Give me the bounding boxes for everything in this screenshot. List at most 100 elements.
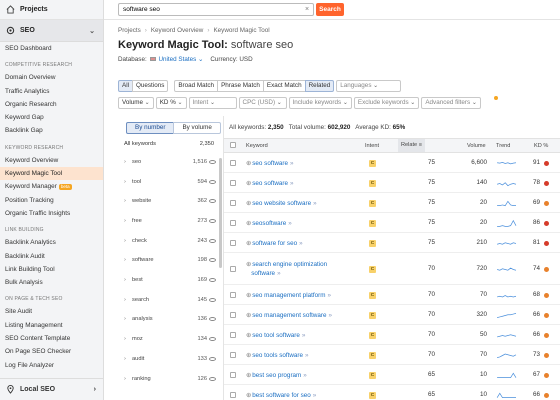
- eye-icon[interactable]: [209, 199, 216, 204]
- chevron-right-icon[interactable]: ›: [124, 356, 132, 362]
- sidebar-item-link-building-tool[interactable]: Link Building Tool: [0, 263, 103, 276]
- tab-all[interactable]: All: [118, 80, 133, 92]
- search-button[interactable]: Search: [316, 3, 344, 16]
- sidebar-item-listing-management[interactable]: Listing Management: [0, 319, 103, 332]
- row-checkbox[interactable]: [230, 220, 236, 226]
- intent-badge[interactable]: C: [369, 311, 376, 319]
- keyword-link[interactable]: seo tools software: [252, 352, 303, 359]
- eye-icon[interactable]: [209, 258, 216, 263]
- chevron-right-icon[interactable]: ›: [124, 179, 132, 185]
- breadcrumb-item[interactable]: Projects: [118, 27, 141, 34]
- add-icon[interactable]: ⊕: [246, 372, 251, 379]
- search-input[interactable]: [118, 3, 314, 16]
- header-kd[interactable]: KD %: [534, 143, 548, 149]
- chevron-right-icon[interactable]: ›: [124, 159, 132, 165]
- add-icon[interactable]: ⊕: [246, 261, 251, 268]
- chevrons-right-icon[interactable]: »: [313, 200, 317, 207]
- volume-filter[interactable]: Volume: [118, 97, 154, 109]
- keyword-group-row[interactable]: › software 198: [124, 251, 216, 271]
- sort-by-volume[interactable]: By volume: [173, 122, 221, 134]
- chevrons-right-icon[interactable]: »: [290, 180, 294, 187]
- keyword-link[interactable]: seo management software: [252, 312, 326, 319]
- intent-badge[interactable]: C: [369, 159, 376, 167]
- sidebar-item-position-tracking[interactable]: Position Tracking: [0, 194, 103, 207]
- intent-badge[interactable]: C: [369, 265, 376, 273]
- exclude-keywords-filter[interactable]: Exclude keywords: [353, 97, 420, 109]
- chevron-right-icon[interactable]: ›: [124, 297, 132, 303]
- kd-filter[interactable]: KD %: [155, 97, 187, 109]
- add-icon[interactable]: ⊕: [246, 160, 251, 167]
- sidebar-item-keyword-manager[interactable]: Keyword Manager beta: [0, 180, 103, 193]
- add-icon[interactable]: ⊕: [246, 312, 251, 319]
- sidebar-item-log-file-analyzer[interactable]: Log File Analyzer: [0, 359, 103, 372]
- row-checkbox[interactable]: [230, 266, 236, 272]
- intent-badge[interactable]: C: [369, 199, 376, 207]
- chevron-right-icon[interactable]: ›: [124, 277, 132, 283]
- chevron-right-icon[interactable]: ›: [124, 316, 132, 322]
- sidebar-item-backlink-audit[interactable]: Backlink Audit: [0, 250, 103, 263]
- chevrons-right-icon[interactable]: »: [299, 240, 303, 247]
- chevrons-right-icon[interactable]: »: [277, 270, 281, 277]
- sidebar-item-on-page-seo-checker[interactable]: On Page SEO Checker: [0, 345, 103, 358]
- chevrons-right-icon[interactable]: »: [303, 372, 307, 379]
- tab-questions[interactable]: Questions: [132, 80, 169, 92]
- eye-icon[interactable]: [209, 159, 216, 164]
- header-related[interactable]: Relate ≡: [398, 139, 425, 152]
- keyword-link[interactable]: seo software: [252, 180, 288, 187]
- row-checkbox[interactable]: [230, 292, 236, 298]
- add-icon[interactable]: ⊕: [246, 180, 251, 187]
- header-keyword[interactable]: Keyword: [246, 143, 268, 149]
- keyword-link[interactable]: search engine optimization: [252, 261, 327, 268]
- keyword-group-row[interactable]: › search 145: [124, 290, 216, 310]
- keyword-group-row[interactable]: › free 273: [124, 211, 216, 231]
- eye-icon[interactable]: [209, 218, 216, 223]
- sidebar-local-seo[interactable]: Local SEO ›: [0, 378, 103, 400]
- keyword-link[interactable]: seo management platform: [252, 292, 325, 299]
- cpc-filter[interactable]: CPC (USD): [238, 97, 287, 109]
- keyword-link[interactable]: seo software: [252, 160, 288, 167]
- sidebar-item-keyword-overview[interactable]: Keyword Overview: [0, 154, 103, 167]
- header-volume[interactable]: Volume: [467, 143, 486, 149]
- breadcrumb-item[interactable]: Keyword Overview: [151, 27, 204, 34]
- eye-icon[interactable]: [209, 179, 216, 184]
- sidebar-projects[interactable]: Projects: [0, 0, 103, 20]
- chevrons-right-icon[interactable]: »: [305, 352, 309, 359]
- row-checkbox[interactable]: [230, 392, 236, 398]
- chevron-right-icon[interactable]: ›: [124, 257, 132, 263]
- sidebar-item-seo-dashboard[interactable]: SEO Dashboard: [0, 42, 103, 55]
- tab-broad-match[interactable]: Broad Match: [174, 80, 219, 92]
- row-checkbox[interactable]: [230, 352, 236, 358]
- sidebar-item-site-audit[interactable]: Site Audit: [0, 305, 103, 318]
- chevrons-right-icon[interactable]: »: [327, 292, 331, 299]
- add-icon[interactable]: ⊕: [246, 392, 251, 399]
- row-checkbox[interactable]: [230, 372, 236, 378]
- eye-icon[interactable]: [209, 376, 216, 381]
- chevrons-right-icon[interactable]: »: [288, 220, 292, 227]
- eye-icon[interactable]: [209, 297, 216, 302]
- intent-badge[interactable]: C: [369, 291, 376, 299]
- row-checkbox[interactable]: [230, 240, 236, 246]
- eye-icon[interactable]: [209, 238, 216, 243]
- keyword-link[interactable]: software for seo: [252, 240, 297, 247]
- sidebar-item-domain-overview[interactable]: Domain Overview: [0, 71, 103, 84]
- row-checkbox[interactable]: [230, 160, 236, 166]
- add-icon[interactable]: ⊕: [246, 352, 251, 359]
- eye-icon[interactable]: [209, 356, 216, 361]
- keyword-group-row[interactable]: › check 243: [124, 231, 216, 251]
- eye-icon[interactable]: [209, 317, 216, 322]
- add-icon[interactable]: ⊕: [246, 200, 251, 207]
- intent-badge[interactable]: C: [369, 391, 376, 399]
- row-checkbox[interactable]: [230, 200, 236, 206]
- all-keywords-group[interactable]: All keywords 2,350: [124, 141, 214, 147]
- tab-exact-match[interactable]: Exact Match: [262, 80, 306, 92]
- header-intent[interactable]: Intent: [365, 143, 379, 149]
- keyword-group-row[interactable]: › best 169: [124, 270, 216, 290]
- chevrons-right-icon[interactable]: »: [329, 312, 333, 319]
- intent-badge[interactable]: C: [369, 331, 376, 339]
- eye-icon[interactable]: [209, 278, 216, 283]
- intent-badge[interactable]: C: [369, 219, 376, 227]
- chevrons-right-icon[interactable]: »: [290, 160, 294, 167]
- chevrons-right-icon[interactable]: »: [313, 392, 317, 399]
- tab-related[interactable]: Related: [304, 80, 335, 92]
- chevron-right-icon[interactable]: ›: [124, 218, 132, 224]
